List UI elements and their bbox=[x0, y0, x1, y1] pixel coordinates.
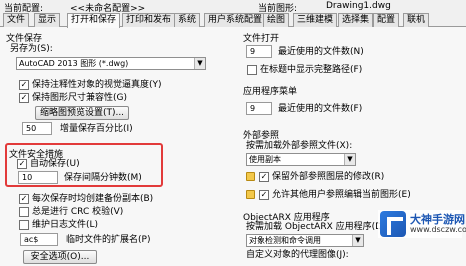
chevron-down-icon: ▼ bbox=[352, 235, 363, 246]
allow-ref-edit-checkbox[interactable]: ✓ bbox=[259, 190, 269, 200]
thumbnail-settings-button[interactable]: 缩略图预览设置(T)... bbox=[35, 106, 129, 120]
current-drawing-value: Drawing1.dwg bbox=[326, 1, 391, 11]
file-save-group-title: 文件保存 bbox=[6, 34, 43, 44]
app-menu-group-title: 应用程序菜单 bbox=[243, 87, 298, 97]
tab-user-preferences[interactable]: 用户系统配置 bbox=[204, 13, 267, 27]
recent-files-label: 最近使用的文件数(N) bbox=[278, 47, 364, 57]
log-file-label: 维护日志文件(L) bbox=[32, 220, 99, 230]
drawing-setting-icon bbox=[246, 190, 255, 199]
profile-bar: 当前配置: <<未命名配置>> 当前图形: Drawing1.dwg bbox=[0, 0, 466, 14]
chevron-down-icon: ▼ bbox=[194, 58, 205, 69]
allow-ref-edit-label: 允许其他用户参照编辑当前图形(E) bbox=[272, 190, 411, 200]
xref-demand-dropdown[interactable]: 使用副本 ▼ bbox=[246, 153, 356, 166]
site-logo-icon bbox=[380, 211, 406, 237]
log-file-checkbox[interactable] bbox=[19, 220, 29, 230]
autosave-minutes-label: 保存间隔分钟数(M) bbox=[64, 173, 142, 183]
recent-files-input[interactable]: 9 bbox=[246, 45, 272, 58]
autosave-checkbox[interactable]: ✓ bbox=[17, 159, 27, 169]
tab-online[interactable]: 联机 bbox=[403, 13, 430, 27]
drawing-setting-icon bbox=[246, 172, 255, 181]
retain-xref-layers-label: 保留外部参照图层的修改(R) bbox=[272, 172, 385, 182]
save-as-value: AutoCAD 2013 图形 (*.dwg) bbox=[19, 59, 129, 68]
tab-display[interactable]: 显示 bbox=[34, 13, 61, 27]
xref-demand-label: 按需加载外部参照文件(X): bbox=[246, 141, 353, 151]
autosave-label: 自动保存(U) bbox=[30, 159, 80, 169]
crc-check-label: 总是进行 CRC 校验(V) bbox=[32, 207, 124, 217]
xref-group-title: 外部参照 bbox=[243, 131, 280, 141]
full-path-checkbox[interactable] bbox=[247, 65, 257, 75]
tab-3d-modeling[interactable]: 三维建模 bbox=[293, 13, 338, 27]
retain-xref-layers-checkbox[interactable]: ✓ bbox=[259, 172, 269, 182]
app-menu-recent-label: 最近使用的文件数(F) bbox=[278, 104, 363, 114]
temp-extension-input[interactable]: ac$ bbox=[20, 233, 58, 246]
objectarx-demand-label: 按需加载 ObjectARX 应用程序(D): bbox=[246, 222, 389, 232]
create-backup-checkbox[interactable]: ✓ bbox=[19, 194, 29, 204]
keep-drawing-size-label: 保持图形尺寸兼容性(G) bbox=[32, 93, 127, 103]
keep-annotative-label: 保持注释性对象的视觉逼真度(Y) bbox=[32, 80, 162, 90]
keep-annotative-checkbox[interactable]: ✓ bbox=[19, 80, 29, 90]
tab-open-save[interactable]: 打开和保存 bbox=[67, 13, 121, 28]
app-menu-recent-input[interactable]: 9 bbox=[246, 102, 272, 115]
tab-plot-publish[interactable]: 打印和发布 bbox=[122, 13, 176, 27]
autosave-minutes-input[interactable]: 10 bbox=[18, 171, 58, 184]
tab-system[interactable]: 系统 bbox=[174, 13, 201, 27]
tab-drafting[interactable]: 绘图 bbox=[263, 13, 290, 27]
tab-files[interactable]: 文件 bbox=[3, 13, 30, 27]
security-options-button[interactable]: 安全选项(O)... bbox=[23, 250, 97, 264]
tab-strip: 文件 显示 打开和保存 打印和发布 系统 用户系统配置 绘图 三维建模 选择集 … bbox=[0, 13, 466, 28]
temp-extension-label: 临时文件的扩展名(P) bbox=[66, 235, 151, 245]
site-watermark: 大神手游网 www.dsczw.com bbox=[378, 210, 466, 238]
proxy-image-label: 自定义对象的代理图像(J): bbox=[246, 250, 349, 260]
incremental-save-input[interactable]: 50 bbox=[22, 122, 52, 135]
save-as-label: 另存为(S): bbox=[10, 44, 53, 54]
create-backup-label: 每次保存时均创建备份副本(B) bbox=[32, 194, 154, 204]
tab-selection[interactable]: 选择集 bbox=[338, 13, 374, 27]
watermark-subtitle: www.dsczw.com bbox=[410, 225, 466, 234]
objectarx-demand-value: 对象检测和命令调用 bbox=[249, 236, 321, 245]
full-path-label: 在标题中显示完整路径(F) bbox=[260, 65, 363, 75]
keep-drawing-size-checkbox[interactable]: ✓ bbox=[19, 93, 29, 103]
xref-demand-value: 使用副本 bbox=[249, 155, 281, 164]
incremental-save-label: 增量保存百分比(I) bbox=[60, 124, 133, 134]
crc-check-checkbox[interactable] bbox=[19, 207, 29, 217]
file-open-group-title: 文件打开 bbox=[243, 34, 280, 44]
objectarx-demand-dropdown[interactable]: 对象检测和命令调用 ▼ bbox=[246, 234, 364, 247]
tab-profiles[interactable]: 配置 bbox=[373, 13, 400, 27]
save-as-dropdown[interactable]: AutoCAD 2013 图形 (*.dwg) ▼ bbox=[16, 57, 206, 70]
chevron-down-icon: ▼ bbox=[344, 154, 355, 165]
